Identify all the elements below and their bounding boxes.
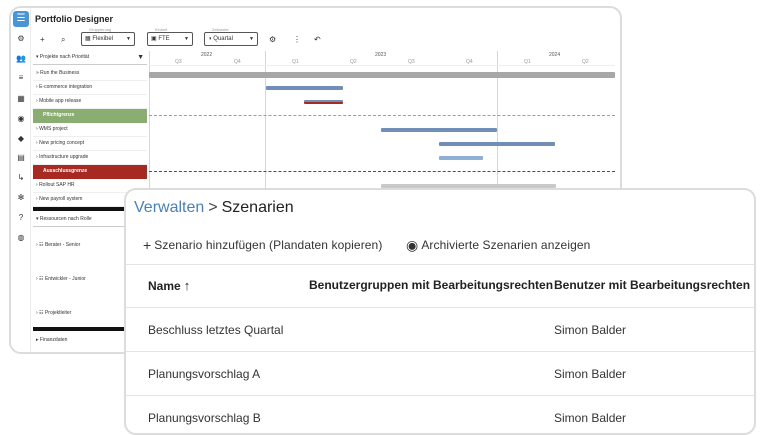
table-row-users: Simon Balder — [554, 323, 627, 337]
diamond-icon[interactable]: ◆ — [11, 134, 31, 144]
table-row-users: Simon Balder — [554, 411, 627, 425]
app-title: Portfolio Designer — [35, 14, 114, 24]
unit-icon: ▣ — [151, 36, 157, 42]
app-menu-icon[interactable]: ☰ — [13, 11, 29, 27]
tree-row[interactable]: › Infrastructure upgrade — [33, 151, 147, 165]
exclusion-boundary-band: Ausschlussgrenze — [33, 165, 147, 179]
must-boundary-band: Pflichtgrenze — [33, 109, 147, 123]
page-title: Szenarien — [221, 199, 294, 216]
target-icon[interactable]: ◉ — [11, 114, 31, 124]
breadcrumb: Verwalten > Szenarien — [134, 199, 294, 217]
column-header-groups[interactable]: Benutzergruppen mit Bearbeitungsrechten — [309, 278, 553, 292]
exclusion-boundary-line — [149, 171, 615, 172]
tree-header[interactable]: ▾ Projekte nach Priorität ▼ — [33, 51, 147, 65]
tree-row[interactable]: › Mobile app release — [33, 95, 147, 109]
more-icon[interactable]: ⋮ — [293, 35, 301, 44]
show-archived-button[interactable]: ◉ Archivierte Szenarien anzeigen — [406, 237, 590, 254]
tree-row[interactable]: › New pricing concept — [33, 137, 147, 151]
search-icon[interactable]: ⌕ — [61, 35, 65, 45]
grouping-select[interactable]: Gruppierung ▦ Flexibel ▼ — [81, 27, 135, 46]
run-the-business-bar[interactable] — [149, 72, 615, 78]
year-label: 2022 — [201, 52, 213, 58]
undo-icon[interactable]: ↶ — [314, 35, 321, 44]
add-scenario-button[interactable]: + Szenario hinzufügen (Plandaten kopieren… — [143, 237, 382, 253]
steps-icon[interactable]: ↳ — [11, 173, 31, 183]
settings-icon[interactable]: ✻ — [11, 193, 31, 203]
document-icon[interactable]: ▤ — [11, 153, 31, 163]
granularity-select[interactable]: Zeitraster ◑ Quartal ▼ — [204, 27, 258, 46]
column-header-users[interactable]: Benutzer mit Bearbeitungsrechten — [554, 278, 750, 292]
chevron-down-icon: ▼ — [126, 36, 131, 42]
filter-icon[interactable]: ▼ — [137, 51, 144, 64]
mobile-app-bar[interactable] — [304, 100, 343, 104]
tree-row[interactable]: › WMS project — [33, 123, 147, 137]
pricing-bar[interactable] — [439, 142, 555, 146]
people-settings-icon[interactable]: ⚙ — [11, 34, 31, 44]
left-nav-rail: ☰ ⚙ 👥 ≡ ▦ ◉ ◆ ▤ ↳ ✻ ? ◍ — [11, 8, 31, 352]
table-row-name[interactable]: Beschluss letztes Quartal — [148, 323, 283, 337]
row-divider — [126, 351, 754, 352]
column-header-name[interactable]: Name ↑ — [148, 278, 190, 293]
clock-icon: ◑ — [208, 36, 212, 42]
table-row-name[interactable]: Planungsvorschlag B — [148, 411, 261, 425]
ecommerce-bar[interactable] — [266, 86, 343, 90]
team-icon[interactable]: 👥 — [11, 54, 31, 64]
grid-line — [149, 65, 615, 66]
year-label: 2023 — [375, 52, 387, 58]
must-boundary-line — [149, 115, 615, 116]
table-row-users: Simon Balder — [554, 367, 627, 381]
header-divider — [126, 307, 754, 308]
list-icon[interactable]: ≡ — [11, 73, 31, 83]
breadcrumb-parent-link[interactable]: Verwalten — [134, 199, 204, 216]
infrastructure-bar[interactable] — [439, 156, 483, 160]
row-divider — [126, 395, 754, 396]
plus-icon: + — [143, 237, 152, 253]
tree-row[interactable]: › E-commerce integration — [33, 81, 147, 95]
add-icon[interactable]: + — [40, 35, 45, 44]
help-icon[interactable]: ? — [11, 213, 31, 223]
year-label: 2024 — [549, 52, 561, 58]
sort-ascending-icon[interactable]: ↑ — [184, 278, 191, 293]
unit-select[interactable]: Einheit ▣ FTE ▼ — [147, 27, 193, 46]
chevron-down-icon: ▼ — [184, 36, 189, 42]
chevron-down-icon: ▼ — [249, 36, 254, 42]
scenarios-panel: Verwalten > Szenarien + Szenario hinzufügen… — [124, 188, 756, 435]
table-row-name[interactable]: Planungsvorschlag A — [148, 367, 260, 381]
compass-icon[interactable]: ◍ — [11, 233, 31, 243]
tree-row[interactable]: » Run the Business — [33, 67, 147, 81]
wms-bar[interactable] — [381, 128, 497, 132]
gear-icon[interactable]: ⚙ — [269, 35, 276, 44]
timeline-icon[interactable]: ▦ — [11, 94, 31, 104]
grid-icon: ▦ — [85, 36, 91, 42]
table-top-divider — [126, 264, 754, 265]
breadcrumb-separator: > — [208, 199, 218, 216]
eye-icon: ◉ — [406, 237, 419, 253]
